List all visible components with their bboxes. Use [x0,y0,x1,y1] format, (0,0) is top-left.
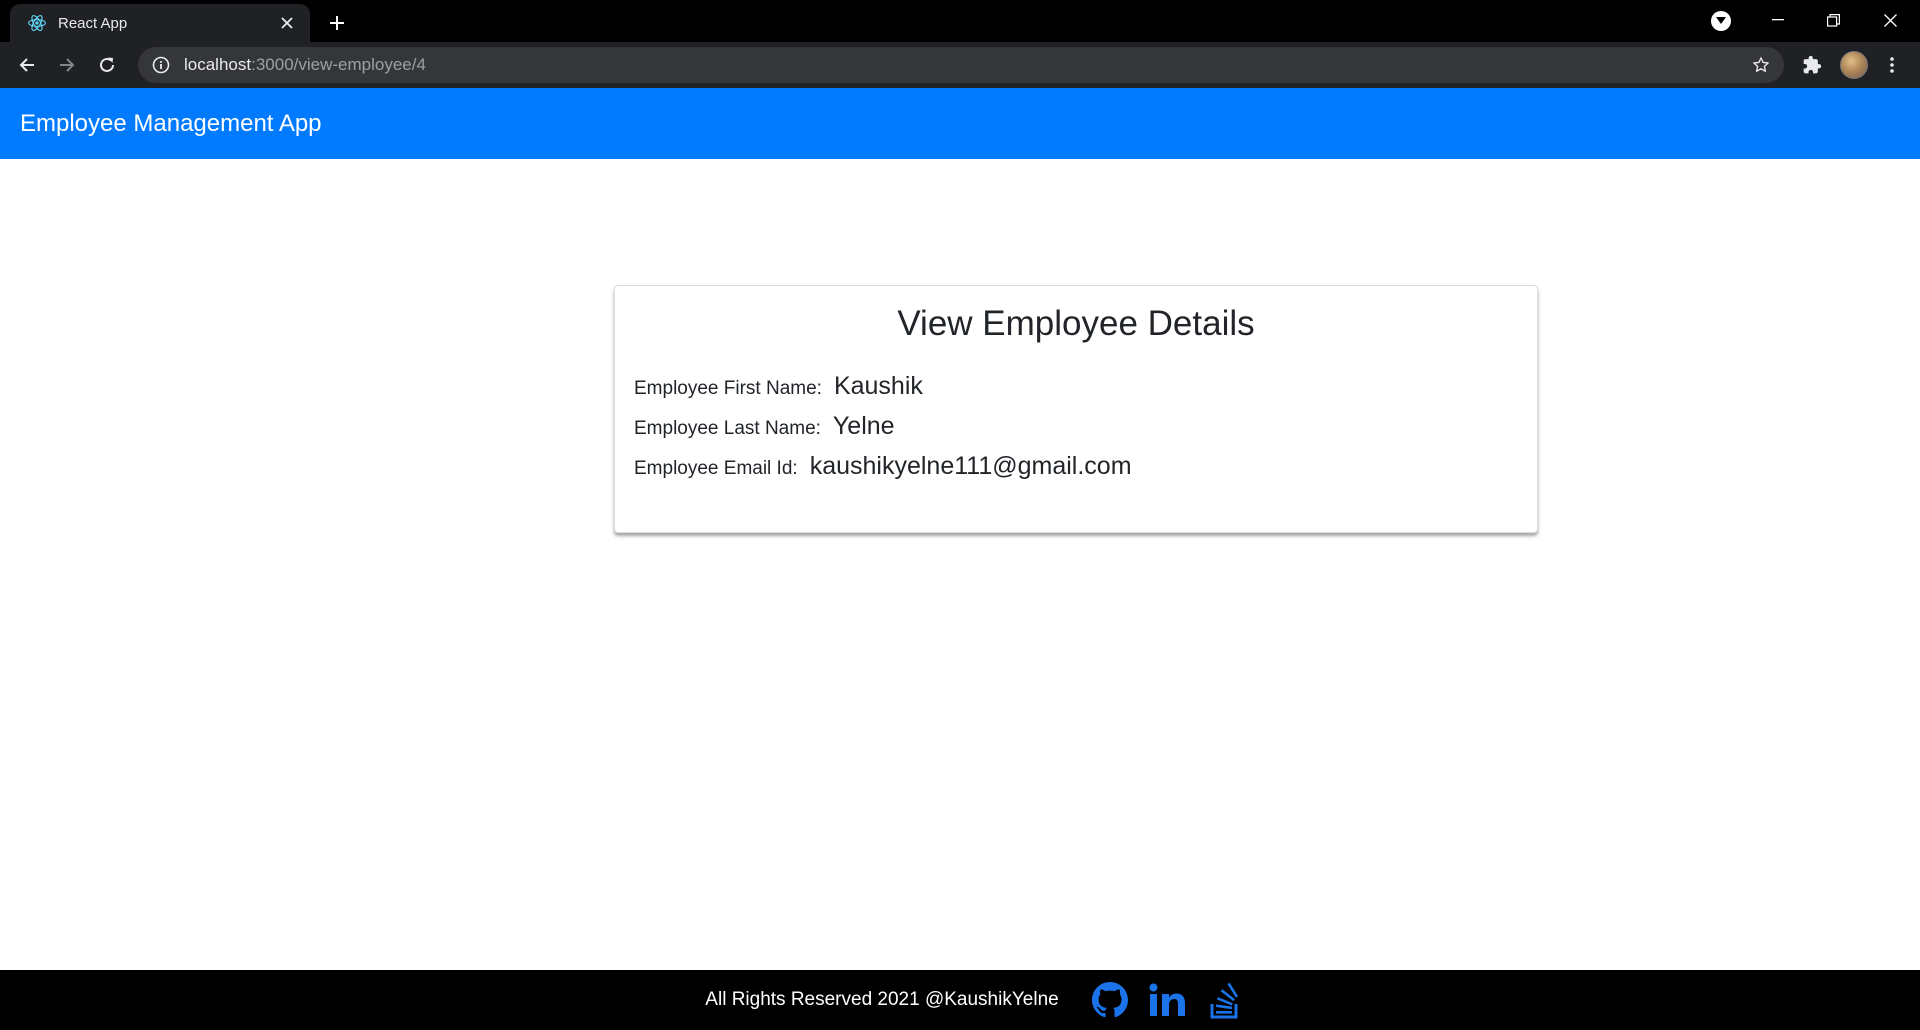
first-name-value: Kaushik [833,372,923,400]
close-tab-icon[interactable] [276,12,298,34]
forward-icon[interactable] [52,50,82,80]
minimize-icon[interactable] [1750,0,1806,40]
bookmark-star-icon[interactable] [1750,54,1772,76]
extensions-puzzle-icon[interactable] [1800,53,1824,77]
app-header: Employee Management App [0,88,1920,159]
last-name-label: Employee Last Name: [634,418,821,439]
back-icon[interactable] [12,50,42,80]
chrome-profile-dropdown-icon[interactable] [1711,11,1731,31]
footer-copyright: All Rights Reserved 2021 @KaushikYelne [705,989,1059,1010]
reload-icon[interactable] [92,50,122,80]
restore-icon[interactable] [1805,0,1861,40]
site-info-icon[interactable] [150,54,172,76]
email-row: Employee Email Id: kaushikyelne111@gmail… [634,452,1518,492]
app-footer: All Rights Reserved 2021 @KaushikYelne [0,970,1920,1030]
last-name-row: Employee Last Name: Yelne [634,412,1518,452]
url-host: localhost [184,55,252,74]
close-window-icon[interactable] [1862,0,1918,40]
email-value: kaushikyelne111@gmail.com [809,452,1132,480]
first-name-row: Employee First Name: Kaushik [634,372,1518,412]
browser-toolbar: localhost:3000/view-employee/4 [0,42,1920,88]
card-title: View Employee Details [897,304,1255,343]
new-tab-icon[interactable] [322,8,352,38]
email-label: Employee Email Id: [634,458,798,479]
tab-title: React App [58,14,128,32]
react-icon [26,12,48,34]
profile-avatar[interactable] [1840,51,1868,79]
address-bar[interactable]: localhost:3000/view-employee/4 [138,47,1784,83]
browser-tab[interactable]: React App [10,4,310,42]
github-icon[interactable] [1090,980,1130,1020]
main-content: View Employee Details Employee First Nam… [0,159,1920,970]
stackoverflow-icon[interactable] [1206,980,1246,1020]
browser-tabstrip: React App [0,0,1920,42]
url-path: :3000/view-employee/4 [251,55,426,74]
employee-details-card: View Employee Details Employee First Nam… [614,285,1538,533]
app-brand[interactable]: Employee Management App [20,110,322,138]
card-body: Employee First Name: Kaushik Employee La… [615,348,1537,492]
last-name-value: Yelne [832,412,895,440]
browser-menu-icon[interactable] [1880,53,1904,77]
linkedin-icon[interactable] [1148,980,1188,1020]
first-name-label: Employee First Name: [634,378,822,399]
